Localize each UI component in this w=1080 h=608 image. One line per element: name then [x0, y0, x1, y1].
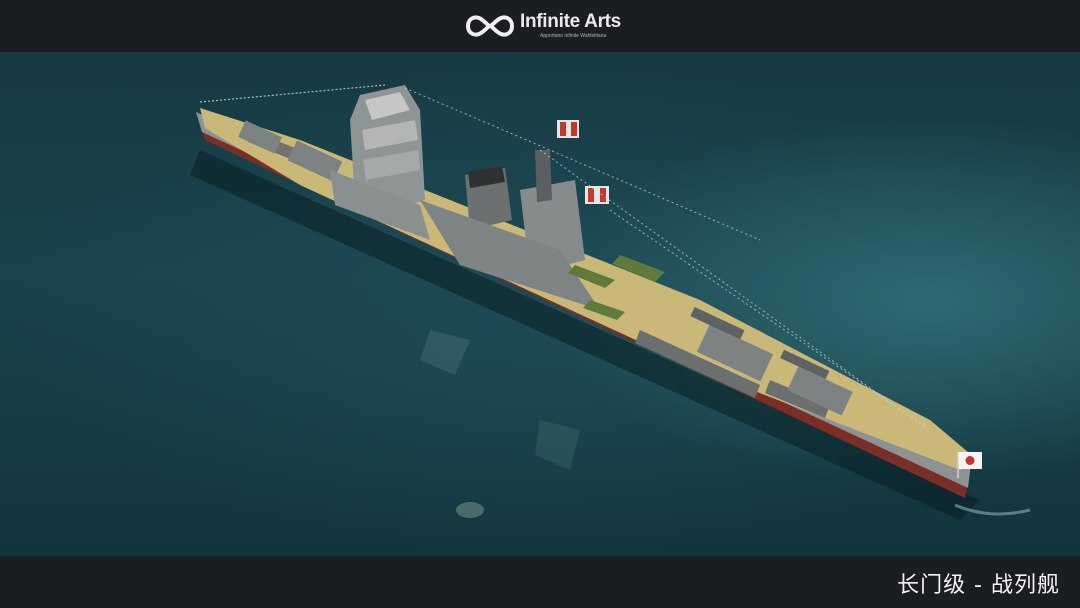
brand-tagline: Apportano infinite Wahlelitaria	[540, 33, 607, 39]
brand-logo: Infinite Arts Apportano infinite Wahleli…	[462, 9, 622, 43]
battleship-render	[190, 84, 1031, 520]
brand-name: Infinite Arts	[520, 11, 621, 32]
infinity-icon	[465, 15, 515, 37]
header-bar: Infinite Arts Apportano infinite Wahleli…	[0, 0, 1080, 52]
screenshot-frame: Infinite Arts Apportano infinite Wahleli…	[0, 0, 1080, 608]
footer-bar: 长门级 - 战列舰	[0, 556, 1080, 608]
ship-caption: 长门级 - 战列舰	[897, 573, 1060, 598]
